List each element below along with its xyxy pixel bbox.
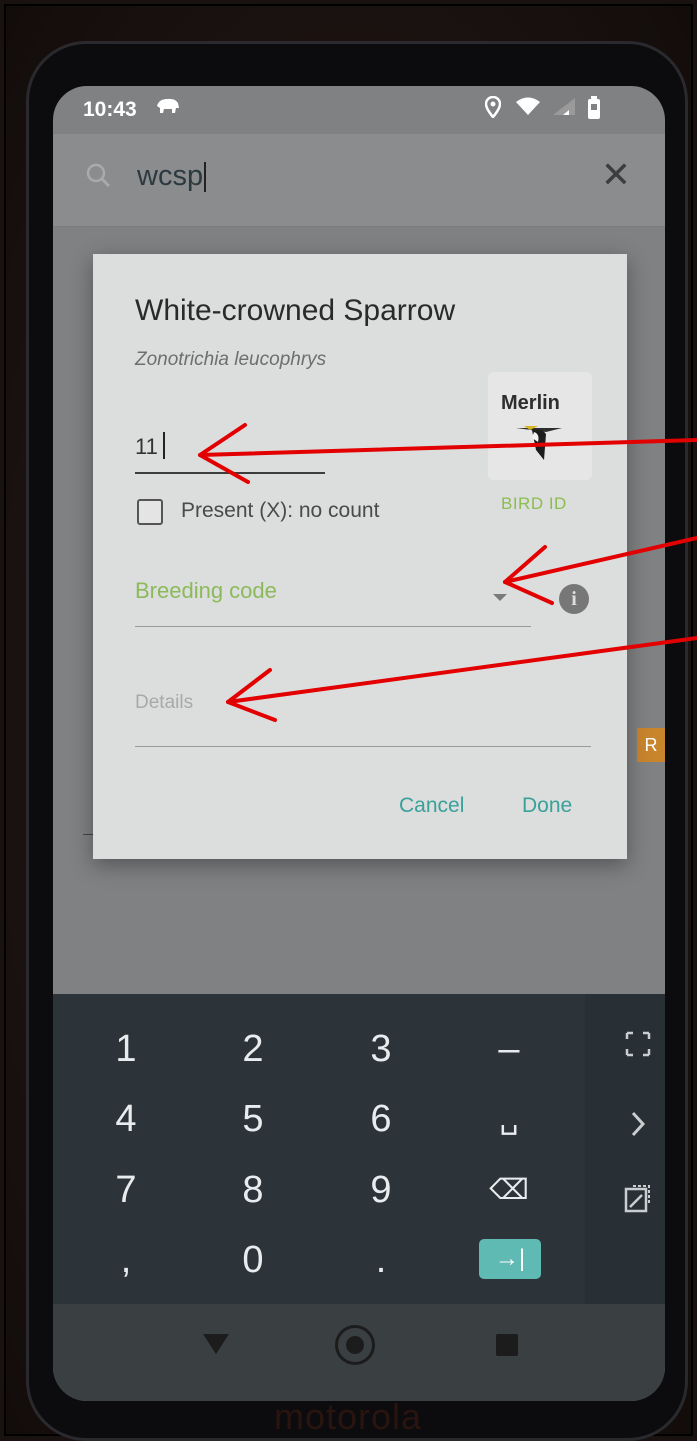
arrow-to-breeding-code	[503, 536, 697, 605]
arrow-to-count-field	[198, 423, 697, 484]
arrow-to-details-field	[226, 636, 697, 722]
annotation-arrows	[198, 423, 697, 722]
